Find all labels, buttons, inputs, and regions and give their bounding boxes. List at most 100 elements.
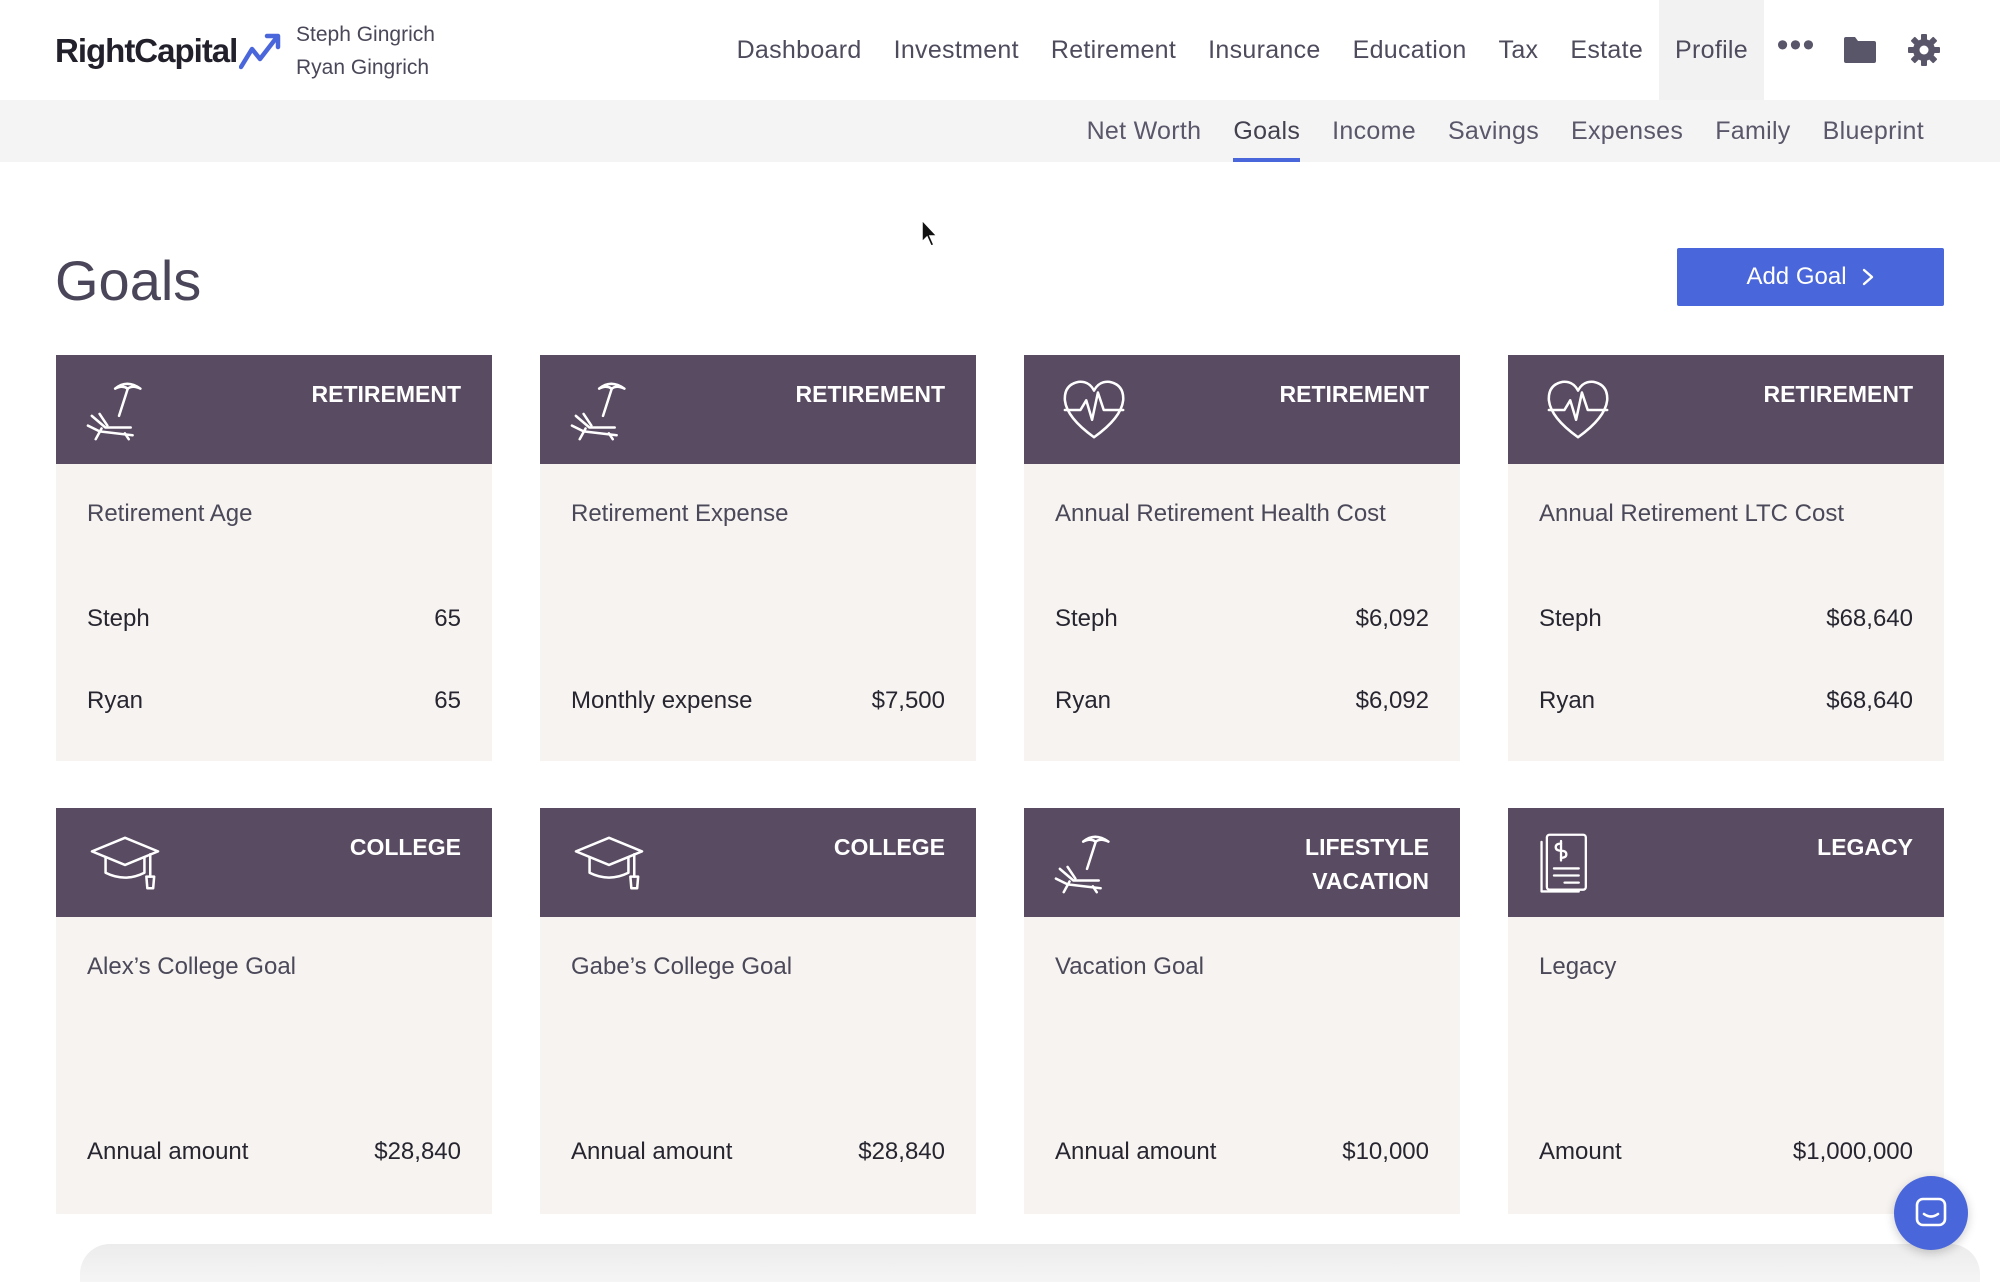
goal-card-vacation[interactable]: LIFESTYLE VACATION Vacation Goal Annual … [1024,808,1460,1214]
graduation-cap-icon [90,836,160,890]
tab-family[interactable]: Family [1699,100,1806,162]
nav-tax[interactable]: Tax [1483,0,1555,100]
card-header: RETIREMENT [540,355,976,464]
card-category: RETIREMENT [311,381,462,407]
card-row: Steph $6,092 [1055,605,1429,633]
goal-card-legacy[interactable]: LEGACY Legacy Amount $1,000,000 [1508,808,1944,1214]
goal-card-retirement-expense[interactable]: RETIREMENT Retirement Expense Monthly ex… [540,355,976,761]
card-header: LIFESTYLE VACATION [1024,808,1460,917]
card-row: Annual amount $28,840 [571,1138,945,1166]
client-name: Ryan Gingrich [296,56,430,79]
goal-card-health-cost[interactable]: RETIREMENT Annual Retirement Health Cost… [1024,355,1460,761]
card-category: LEGACY [1817,834,1913,860]
card-category-line: VACATION [1312,868,1429,894]
card-title: Retirement Expense [571,500,789,527]
card-title: Retirement Age [87,500,253,527]
chat-button[interactable] [1894,1176,1968,1250]
row-value: $10,000 [1342,1138,1429,1165]
row-value: 65 [434,687,461,714]
more-dots-icon: ••• [1776,25,1816,64]
nav-estate[interactable]: Estate [1554,0,1659,100]
row-label: Steph [1539,605,1602,632]
beach-chair-icon [86,382,142,441]
nav-dashboard[interactable]: Dashboard [721,0,878,100]
card-row: Monthly expense $7,500 [571,687,945,715]
row-label: Monthly expense [571,687,753,714]
card-header: COLLEGE [56,808,492,917]
card-row: Annual amount $28,840 [87,1138,461,1166]
goal-card-alex-college[interactable]: COLLEGE Alex’s College Goal Annual amoun… [56,808,492,1214]
row-value: $6,092 [1355,605,1429,632]
nav-insurance[interactable]: Insurance [1192,0,1337,100]
client-names: Steph Gingrich Ryan Gingrich [296,18,435,84]
document-dollar-icon [1540,833,1587,893]
goal-card-ltc-cost[interactable]: RETIREMENT Annual Retirement LTC Cost St… [1508,355,1944,761]
card-header: RETIREMENT [56,355,492,464]
tab-goals[interactable]: Goals [1217,100,1316,162]
card-row: Steph 65 [87,605,461,633]
card-category: RETIREMENT [1763,381,1914,407]
card-row: Ryan $6,092 [1055,687,1429,715]
page-title: Goals [55,249,202,312]
more-menu-button[interactable]: ••• [1764,0,1828,100]
folder-icon [1844,37,1876,63]
row-value: $6,092 [1355,687,1429,714]
row-value: $68,640 [1826,687,1913,714]
card-category: RETIREMENT [1279,381,1430,407]
card-header: RETIREMENT [1508,355,1944,464]
main-nav: Dashboard Investment Retirement Insuranc… [721,0,2000,100]
card-title: Annual Retirement LTC Cost [1539,500,1845,527]
card-title: Legacy [1539,953,1617,980]
row-value: $28,840 [374,1138,461,1165]
row-label: Ryan [87,687,144,714]
row-value: $1,000,000 [1792,1138,1913,1165]
nav-retirement[interactable]: Retirement [1035,0,1192,100]
tab-net-worth[interactable]: Net Worth [1071,100,1218,162]
row-value: $68,640 [1826,605,1913,632]
nav-education[interactable]: Education [1337,0,1483,100]
settings-button[interactable] [1892,0,1956,100]
tab-income[interactable]: Income [1316,100,1432,162]
card-category: RETIREMENT [795,381,946,407]
beach-chair-icon [570,382,626,441]
row-label: Annual amount [87,1138,249,1165]
nav-profile[interactable]: Profile [1659,0,1764,100]
card-title: Annual Retirement Health Cost [1055,500,1386,527]
row-value: $28,840 [858,1138,945,1165]
chevron-right-icon [1862,268,1873,286]
tab-blueprint[interactable]: Blueprint [1807,100,1940,162]
client-name: Steph Gingrich [296,23,435,46]
goal-card-retirement-age[interactable]: RETIREMENT Retirement Age Steph 65 Ryan … [56,355,492,761]
nav-investment[interactable]: Investment [878,0,1035,100]
row-label: Annual amount [571,1138,733,1165]
card-title: Gabe’s College Goal [571,953,793,980]
row-label: Annual amount [1055,1138,1217,1165]
row-label: Ryan [1539,687,1596,714]
gear-icon [1908,34,1940,66]
logo-text: RightCapital [55,32,238,69]
trend-arrow-icon [239,33,281,70]
card-category-line: LIFESTYLE [1305,834,1429,860]
add-goal-button[interactable]: Add Goal [1677,248,1944,306]
row-label: Ryan [1055,687,1112,714]
beach-chair-icon [1054,835,1110,894]
card-header: RETIREMENT [1024,355,1460,464]
tab-savings[interactable]: Savings [1432,100,1555,162]
tab-expenses[interactable]: Expenses [1555,100,1699,162]
card-category: LIFESTYLE VACATION [1179,830,1429,898]
row-label: Steph [87,605,150,632]
card-category: COLLEGE [349,834,461,860]
row-value: $7,500 [871,687,945,714]
card-title: Alex’s College Goal [87,953,297,980]
footer-panel-edge [80,1244,1980,1282]
chat-icon [1915,1197,1947,1227]
graduation-cap-icon [574,836,644,890]
card-header: COLLEGE [540,808,976,917]
row-label: Amount [1539,1138,1622,1165]
row-value: 65 [434,605,461,632]
mouse-cursor-icon [921,218,939,247]
folder-button[interactable] [1828,0,1892,100]
goal-card-gabe-college[interactable]: COLLEGE Gabe’s College Goal Annual amoun… [540,808,976,1214]
logo[interactable]: RightCapital [55,28,283,74]
card-row: Amount $1,000,000 [1539,1138,1913,1166]
